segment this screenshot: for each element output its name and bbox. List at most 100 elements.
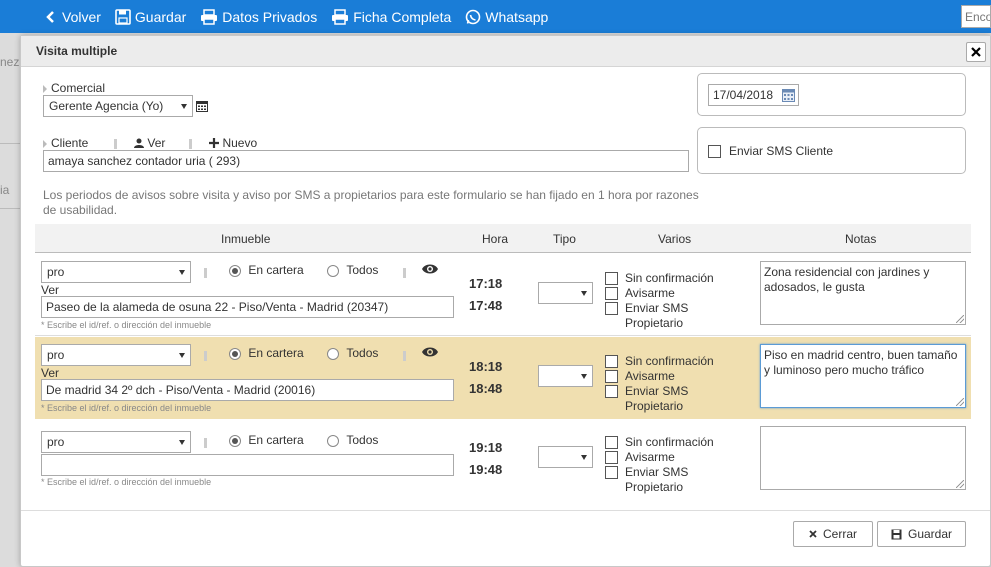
option-label: Enviar SMS Propietario [625,465,689,494]
chevron-down-icon [581,291,587,296]
tipo-select[interactable] [538,282,593,304]
select-value: pro [47,348,65,362]
cerrar-label: Cerrar [822,527,857,541]
option-label: Avisarme [625,450,675,464]
radio-en-cartera[interactable]: En cartera [229,346,304,360]
option-label: Sin confirmación [625,354,714,368]
table-row: pro En cartera Todos * Escribe el id/ref… [35,420,971,502]
eye-icon[interactable] [421,346,439,358]
col-header-hora: Hora [482,232,509,246]
inmueble-filter-select[interactable]: pro [41,431,191,453]
background-divider [0,208,20,209]
sin-confirmacion-checkbox[interactable] [605,272,618,285]
volver-button[interactable]: Volver [44,9,101,25]
radio-button[interactable] [229,347,241,360]
table-row: pro En cartera Todos Ver Paseo de la ala… [35,254,971,336]
enviar-sms-propietario-checkbox[interactable] [605,302,618,315]
comercial-value: Gerente Agencia (Yo) [49,99,164,113]
varios-options: Sin confirmación Avisarme Enviar SMS Pro… [605,354,714,414]
separator [204,438,207,448]
save-icon [115,8,131,25]
chevron-down-icon [179,440,185,445]
radio-todos[interactable]: Todos [327,346,378,360]
modal-title: Visita multiple [36,44,118,58]
notas-textarea[interactable]: Zona residencial con jardines y adosados… [760,261,966,325]
avisarme-checkbox[interactable] [605,370,618,383]
caret-right-icon [43,139,47,148]
radio-button[interactable] [327,434,339,447]
inmueble-help-text: * Escribe el id/ref. o dirección del inm… [41,320,212,330]
notas-textarea[interactable] [760,426,966,490]
inmueble-input[interactable]: Paseo de la alameda de osuna 22 - Piso/V… [41,296,454,318]
ver-cliente-link[interactable]: Ver [134,136,165,150]
hora-inicio: 18:18 [469,359,503,374]
ficha-completa-button[interactable]: Ficha Completa [331,9,451,25]
inmueble-filter-select[interactable]: pro [41,261,191,283]
comercial-select[interactable]: Gerente Agencia (Yo) [43,95,193,117]
select-value: pro [47,435,65,449]
option-label: Enviar SMS Propietario [625,384,689,413]
modal-close-button[interactable] [966,42,986,62]
volver-label: Volver [62,8,101,25]
ficha-completa-label: Ficha Completa [353,8,452,25]
radio-button[interactable] [229,434,241,447]
calendar-icon[interactable] [196,100,208,112]
radio-button[interactable] [327,347,339,360]
sms-cliente-checkbox[interactable] [708,145,721,158]
enviar-sms-propietario-checkbox[interactable] [605,466,618,479]
cliente-input[interactable]: amaya sanchez contador uria ( 293) [43,150,689,172]
whatsapp-label: Whatsapp [485,8,549,25]
radio-todos[interactable]: Todos [327,433,378,447]
cerrar-button[interactable]: Cerrar [793,521,873,547]
option-label: Sin confirmación [625,271,714,285]
radio-label: Todos [346,346,379,360]
guardar-button[interactable]: Guardar [877,521,966,547]
table-row: pro En cartera Todos Ver De madrid 34 2º… [35,337,971,419]
avisarme-checkbox[interactable] [605,451,618,464]
sin-confirmacion-checkbox[interactable] [605,436,618,449]
radio-en-cartera[interactable]: En cartera [229,263,304,277]
hora-fin: 19:48 [469,462,503,477]
select-value: pro [47,265,65,279]
notas-textarea[interactable]: Piso en madrid centro, buen tamaño y lum… [760,344,966,408]
radio-button[interactable] [327,264,339,277]
ver-inmueble-link[interactable]: Ver [41,366,59,380]
inmueble-input[interactable]: De madrid 34 2º dch - Piso/Venta - Madri… [41,379,454,401]
ver-inmueble-link[interactable]: Ver [41,283,59,297]
resize-handle[interactable] [956,398,964,406]
inmueble-value: Paseo de la alameda de osuna 22 - Piso/V… [46,300,389,314]
tipo-select[interactable] [538,365,593,387]
notas-value: Piso en madrid centro, buen tamaño y lum… [764,348,958,377]
inmueble-input[interactable] [41,454,454,476]
inmueble-filter-select[interactable]: pro [41,344,191,366]
varios-options: Sin confirmación Avisarme Enviar SMS Pro… [605,435,714,495]
search-input[interactable]: Enco [961,5,991,28]
plus-icon [209,138,220,148]
col-header-inmueble: Inmueble [221,232,271,246]
tipo-select[interactable] [538,446,593,468]
col-header-tipo: Tipo [553,232,576,246]
avisarme-checkbox[interactable] [605,287,618,300]
user-icon [134,138,145,148]
datos-privados-button[interactable]: Datos Privados [200,9,317,25]
resize-handle[interactable] [956,480,964,488]
inmueble-value: De madrid 34 2º dch - Piso/Venta - Madri… [46,383,316,397]
inmueble-help-text: * Escribe el id/ref. o dirección del inm… [41,403,212,413]
enviar-sms-propietario-checkbox[interactable] [605,385,618,398]
eye-icon[interactable] [421,263,439,275]
guardar-toolbar-button[interactable]: Guardar [115,9,186,25]
comercial-label-row: Comercial [43,81,105,95]
visita-multiple-modal: Visita multiple Comercial Gerente Agenci… [20,35,991,567]
nuevo-cliente-link[interactable]: Nuevo [209,136,257,150]
radio-en-cartera[interactable]: En cartera [229,433,304,447]
varios-options: Sin confirmación Avisarme Enviar SMS Pro… [605,271,714,331]
radio-todos[interactable]: Todos [327,263,378,277]
cliente-label-row: Cliente Ver Nuevo [43,136,257,150]
resize-handle[interactable] [956,315,964,323]
calendar-icon[interactable] [782,89,795,102]
guardar-toolbar-label: Guardar [134,8,187,25]
sin-confirmacion-checkbox[interactable] [605,355,618,368]
radio-button[interactable] [229,264,241,277]
whatsapp-button[interactable]: Whatsapp [465,9,548,25]
whatsapp-icon [465,9,481,24]
